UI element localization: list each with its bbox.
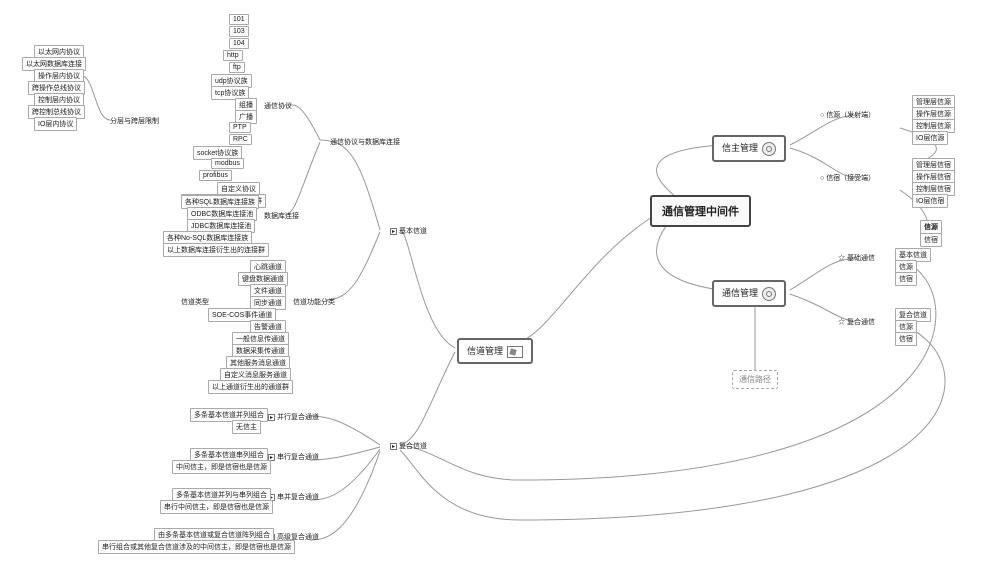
list-item: http — [223, 50, 243, 61]
complex-link-label: ☆ 复合通信 — [838, 317, 875, 327]
tag-sink: 信宿 — [920, 233, 942, 247]
comm-mgmt-node[interactable]: 通信管理 — [712, 280, 786, 307]
channel-mgmt-node[interactable]: 信道管理 — [457, 338, 533, 364]
list-item: 101 — [229, 14, 249, 25]
list-item: 串行组合或其他复合信道涉及的中间信主，即是信宿也是信源 — [98, 540, 295, 554]
connector-lines — [0, 0, 1000, 563]
basic-channel-label: ▸基本信道 — [390, 226, 427, 236]
sink-label: ○ 信宿（接受端） — [820, 173, 875, 183]
list-item: 以上通道衍生出的通道群 — [208, 380, 293, 394]
proto-db-label: 通信协议与数据库连接 — [330, 137, 400, 147]
layer-label: 分层与跨层限制 — [110, 116, 159, 126]
basic-link-label: ☆ 基础通信 — [838, 253, 875, 263]
circle-icon — [762, 142, 776, 156]
db-label: 数据库连接 — [264, 211, 299, 221]
sender-mgmt-node[interactable]: 信主管理 — [712, 135, 786, 162]
list-item: 104 — [229, 38, 249, 49]
channel-type-label: 信道类型 — [181, 297, 209, 307]
list-item: PTP — [229, 122, 251, 133]
list-item: profibus — [199, 170, 232, 181]
root-label: 通信管理中间件 — [662, 206, 739, 218]
list-item: 103 — [229, 26, 249, 37]
list-item: 串行中间信主，即是信宿也是信源 — [160, 500, 273, 514]
circle-icon — [762, 287, 776, 301]
list-item: modbus — [211, 158, 244, 169]
protocol-label: 通信协议 — [264, 101, 292, 111]
tag-source: 信源 — [920, 220, 942, 234]
source-label: ○ 信源（发射端） — [820, 110, 875, 120]
list-item: 中间信主，即是信宿也是信源 — [172, 460, 271, 474]
composite-type: ▸串并复合通道 — [268, 492, 319, 502]
list-item: IO层内协议 — [34, 117, 77, 131]
composite-channel-label: ▸复合信道 — [390, 441, 427, 451]
document-icon — [507, 346, 523, 358]
list-item: 信宿 — [895, 272, 917, 286]
list-item: 以上数据库连接衍生出的连接群 — [163, 243, 269, 257]
composite-type: ▸并行复合通道 — [268, 412, 319, 422]
list-item: IO层信源 — [912, 131, 948, 145]
channel-func-label: 信道功能分类 — [293, 297, 335, 307]
list-item: 无信主 — [232, 420, 261, 434]
list-item: RPC — [229, 134, 252, 145]
list-item: 信宿 — [895, 332, 917, 346]
comm-path-node[interactable]: 通信路径 — [732, 370, 778, 389]
list-item: ftp — [229, 62, 245, 73]
root-node[interactable]: 通信管理中间件 — [650, 195, 751, 227]
list-item: IO层信宿 — [912, 194, 948, 208]
composite-type: ▸串行复合通道 — [268, 452, 319, 462]
